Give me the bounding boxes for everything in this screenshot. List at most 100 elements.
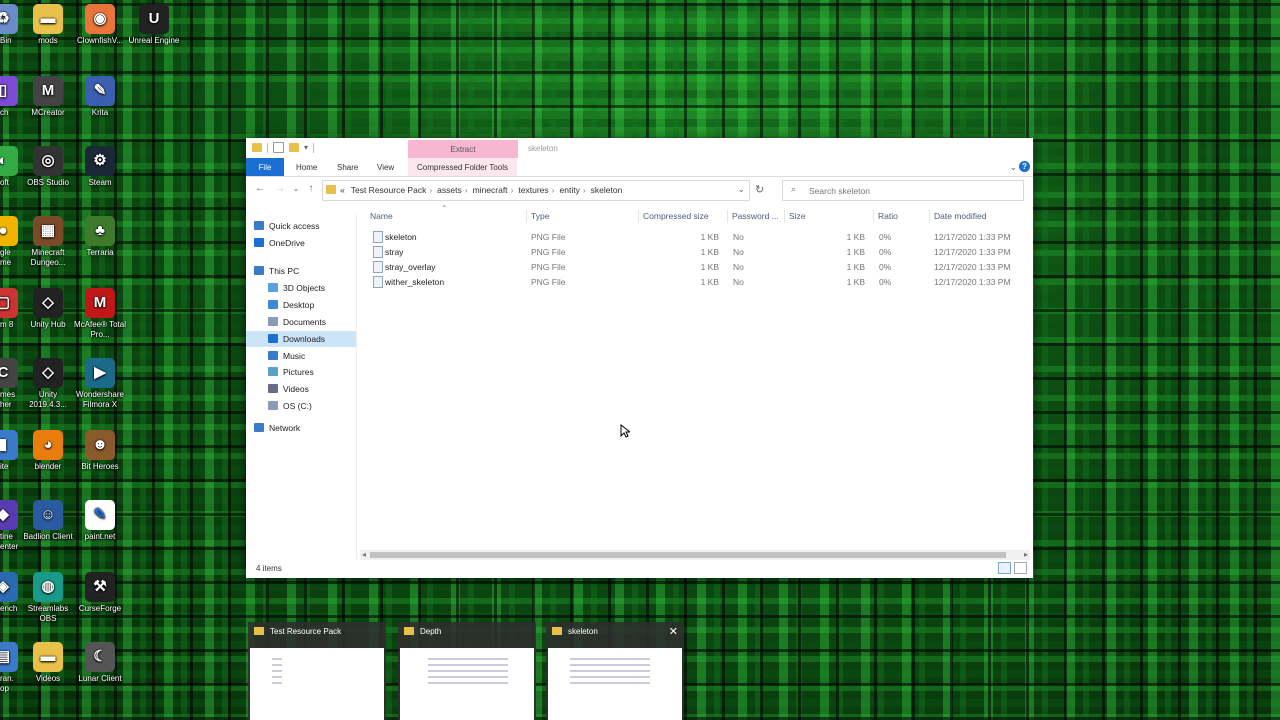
desktop-icon-clownfish[interactable]: ◉ ClownfishV... bbox=[74, 4, 126, 46]
refresh-icon[interactable]: ↻ bbox=[755, 183, 764, 196]
chevron-right-icon[interactable]: › bbox=[552, 185, 555, 195]
nav-item-os-c[interactable]: OS (C:) bbox=[246, 398, 356, 414]
desktop-icon-unity-hub[interactable]: ◇ Unity Hub bbox=[22, 288, 74, 330]
nav-item-this-pc[interactable]: This PC bbox=[246, 263, 356, 279]
address-dropdown-icon[interactable]: ⌄ bbox=[737, 184, 745, 195]
tab-view[interactable]: View bbox=[377, 158, 394, 176]
file-row[interactable]: stray PNG File 1 KB No 1 KB 0% 12/17/2020 1:33… bbox=[358, 245, 1030, 260]
forward-arrow-icon[interactable]: → bbox=[273, 182, 287, 196]
desktop-icon-filmora[interactable]: ▶ Wondershare Filmora X bbox=[74, 358, 126, 410]
breadcrumb-item[interactable]: Test Resource Pack bbox=[351, 185, 427, 195]
chevron-right-icon[interactable]: › bbox=[511, 185, 514, 195]
scrollbar-thumb[interactable] bbox=[370, 552, 1006, 558]
desktop-icon-mcafee[interactable]: M McAfee® Total Pro... bbox=[74, 288, 126, 340]
nav-item-downloads[interactable]: Downloads bbox=[246, 331, 356, 347]
properties-icon[interactable] bbox=[273, 142, 284, 153]
desktop-icon-paint[interactable]: ✎ paint.net bbox=[74, 500, 126, 542]
nav-item-pictures[interactable]: Pictures bbox=[246, 364, 356, 380]
desktop-icon-bench[interactable]: ◈ ench bbox=[0, 572, 18, 614]
breadcrumb-item[interactable]: skeleton bbox=[591, 185, 623, 195]
up-arrow-icon[interactable]: ↑ bbox=[304, 182, 318, 196]
desktop-icon-mc-dungeons[interactable]: ▦ Minecraft Dungeo... bbox=[22, 216, 74, 268]
desktop-icon-curseforge[interactable]: ⚒ CurseForge bbox=[74, 572, 126, 614]
desktop-icon-m8[interactable]: ▢ m 8 bbox=[0, 288, 18, 330]
column-divider[interactable] bbox=[784, 210, 785, 223]
breadcrumb-item[interactable]: textures bbox=[518, 185, 548, 195]
column-header-password[interactable]: Password ... bbox=[732, 211, 779, 221]
search-input[interactable]: ⌕ Search skeleton bbox=[782, 180, 1024, 201]
taskbar-preview-1[interactable]: Test Resource Pack bbox=[248, 622, 386, 720]
file-row[interactable]: wither_skeleton PNG File 1 KB No 1 KB 0% 12/17… bbox=[358, 275, 1030, 290]
breadcrumb-item[interactable]: assets bbox=[437, 185, 462, 195]
horizontal-scrollbar[interactable]: ◂ ▸ bbox=[360, 550, 1030, 560]
desktop-icon-twitch[interactable]: ▯ ch bbox=[0, 76, 18, 118]
desktop-icon-transl[interactable]: ▤ ran. op bbox=[0, 642, 18, 694]
help-icon[interactable]: ? bbox=[1019, 161, 1030, 172]
file-row[interactable]: stray_overlay PNG File 1 KB No 1 KB 0% 12/17/2… bbox=[358, 260, 1030, 275]
nav-item-3d-objects[interactable]: 3D Objects bbox=[246, 280, 356, 296]
column-header-ratio[interactable]: Ratio bbox=[878, 211, 898, 221]
breadcrumb-item[interactable]: minecraft bbox=[473, 185, 508, 195]
column-header-name[interactable]: Name bbox=[370, 211, 393, 221]
desktop-icon-videos-desk[interactable]: ▬ Videos bbox=[22, 642, 74, 684]
tab-home[interactable]: Home bbox=[296, 158, 317, 176]
taskbar-preview-3[interactable]: skeleton ✕ bbox=[546, 622, 684, 720]
column-divider[interactable] bbox=[526, 210, 527, 223]
ribbon-expand-icon[interactable]: ⌄ bbox=[1009, 162, 1017, 173]
back-arrow-icon[interactable]: ← bbox=[253, 182, 267, 196]
desktop-icon-steam[interactable]: ⚙ Steam bbox=[74, 146, 126, 188]
column-divider[interactable] bbox=[638, 210, 639, 223]
chevron-right-icon[interactable]: › bbox=[429, 185, 432, 195]
recent-locations-icon[interactable]: ⌄ bbox=[289, 182, 303, 196]
desktop-icon-lunar[interactable]: ☾ Lunar Client bbox=[74, 642, 126, 684]
desktop-icon-krita[interactable]: ✎ Krita bbox=[74, 76, 126, 118]
nav-item-quick-access[interactable]: Quick access bbox=[246, 218, 356, 234]
desktop-icon-mcreator[interactable]: M MCreator bbox=[22, 76, 74, 118]
desktop-icon-recycle-bin[interactable]: ♻ Bin bbox=[0, 4, 18, 46]
large-icons-view-icon[interactable] bbox=[1014, 562, 1027, 574]
desktop-icon-obs[interactable]: ◎ OBS Studio bbox=[22, 146, 74, 188]
column-header-date-modified[interactable]: Date modified bbox=[934, 211, 986, 221]
desktop-icon-site[interactable]: ▮ ite bbox=[0, 430, 18, 472]
scroll-left-icon[interactable]: ◂ bbox=[362, 550, 366, 560]
tab-compressed-folder-tools[interactable]: Compressed Folder Tools bbox=[408, 158, 518, 176]
desktop-icon-bit-heroes[interactable]: ☻ Bit Heroes bbox=[74, 430, 126, 472]
taskbar-preview-2[interactable]: Depth bbox=[398, 622, 536, 720]
nav-item-documents[interactable]: Documents bbox=[246, 314, 356, 330]
desktop-icon-mods[interactable]: ▬ mods bbox=[22, 4, 74, 46]
desktop-icon-games[interactable]: Cmes her bbox=[0, 358, 18, 410]
nav-item-network[interactable]: Network bbox=[246, 420, 356, 436]
desktop-icon-unreal[interactable]: U Unreal Engine bbox=[128, 4, 180, 46]
column-header-size[interactable]: Size bbox=[789, 211, 806, 221]
details-view-icon[interactable] bbox=[998, 562, 1011, 574]
new-folder-icon[interactable] bbox=[289, 143, 299, 152]
tab-share[interactable]: Share bbox=[337, 158, 358, 176]
tab-file[interactable]: File bbox=[246, 158, 284, 176]
column-divider[interactable] bbox=[873, 210, 874, 223]
file-row[interactable]: skeleton PNG File 1 KB No 1 KB 0% 12/17/2020 1… bbox=[358, 230, 1030, 245]
close-icon[interactable]: ✕ bbox=[669, 625, 678, 638]
nav-item-music[interactable]: Music bbox=[246, 348, 356, 364]
desktop-icon-center[interactable]: ◆ tine enter bbox=[0, 500, 18, 552]
breadcrumb-item[interactable]: entity bbox=[560, 185, 580, 195]
qat-dropdown-icon[interactable]: ▾ bbox=[304, 143, 308, 152]
desktop-icon-terraria[interactable]: ♣ Terraria bbox=[74, 216, 126, 258]
column-header-type[interactable]: Type bbox=[531, 211, 549, 221]
extract-contextual-tab[interactable]: Extract bbox=[408, 140, 518, 158]
nav-item-onedrive[interactable]: OneDrive bbox=[246, 235, 356, 251]
desktop-icon-unity2019[interactable]: ◇ Unity 2019.4.3... bbox=[22, 358, 74, 410]
desktop-icon-google[interactable]: ● gle me bbox=[0, 216, 18, 268]
column-header-compressed-size[interactable]: Compressed size bbox=[643, 211, 709, 221]
column-divider[interactable] bbox=[929, 210, 930, 223]
column-divider[interactable] bbox=[727, 210, 728, 223]
scroll-right-icon[interactable]: ▸ bbox=[1024, 550, 1028, 560]
desktop-icon-streamlabs[interactable]: ◍ Streamlabs OBS bbox=[22, 572, 74, 624]
desktop-icon-blender[interactable]: ◕ blender bbox=[22, 430, 74, 472]
nav-item-desktop[interactable]: Desktop bbox=[246, 297, 356, 313]
address-bar[interactable]: «Test Resource Pack › assets › minecraft › tex… bbox=[322, 180, 750, 201]
nav-item-videos[interactable]: Videos bbox=[246, 381, 356, 397]
chevron-right-icon[interactable]: › bbox=[465, 185, 468, 195]
desktop-icon-soft[interactable]: ◐ oft bbox=[0, 146, 18, 188]
desktop-icon-badlion[interactable]: ☺ Badlion Client bbox=[22, 500, 74, 542]
breadcrumb-overflow-icon[interactable]: « bbox=[340, 185, 345, 195]
